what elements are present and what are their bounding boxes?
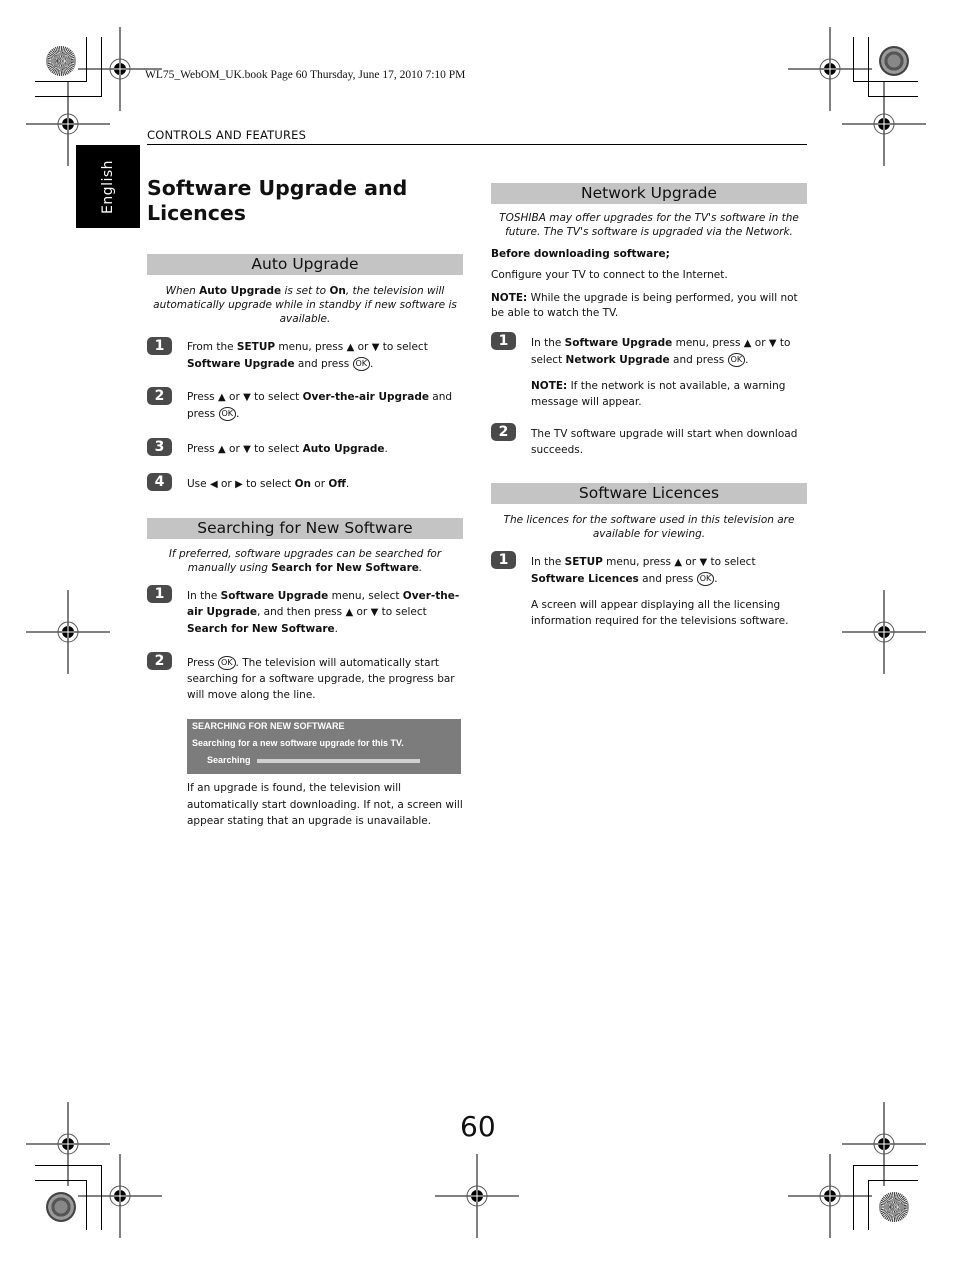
down-arrow-icon: ▼ [699,557,708,568]
network-note: NOTE: While the upgrade is being perform… [491,292,798,319]
network-step-1-note: NOTE: If the network is not available, a… [531,380,786,408]
osd-title: SEARCHING FOR NEW SOFTWARE [192,721,345,731]
osd-progress-bar [257,759,420,763]
osd-searching-screen: SEARCHING FOR NEW SOFTWARE Searching for… [187,719,461,774]
ok-button-icon: OK [727,353,746,367]
osd-progress-fill [257,759,420,763]
step-number-badge: 2 [147,387,172,405]
licences-intro: The licences for the software used in th… [503,514,795,540]
registration-target-icon [435,1154,519,1238]
licences-result-text: A screen will appear displaying all the … [531,599,789,627]
color-rosette-icon [879,46,909,76]
up-arrow-icon: ▲ [674,557,683,568]
header-rule [147,144,807,145]
osd-message: Searching for a new software upgrade for… [192,738,404,748]
ok-button-icon: OK [218,407,237,421]
registration-target-icon [26,590,110,674]
searching-intro: If preferred, software upgrades can be s… [168,548,442,574]
searching-result-text: If an upgrade is found, the television w… [187,782,463,827]
color-rosette-icon [46,1192,76,1222]
up-arrow-icon: ▲ [217,444,226,455]
right-arrow-icon: ▶ [235,479,243,490]
network-upgrade-intro: TOSHIBA may offer upgrades for the TV's … [499,212,799,238]
step-number-badge: 1 [491,551,516,569]
step-number-badge: 1 [491,332,516,350]
section-heading-searching: Searching for New Software [147,518,463,539]
down-arrow-icon: ▼ [768,338,777,349]
registration-target-icon [78,1154,162,1238]
auto-upgrade-intro: When Auto Upgrade is set to On, the tele… [153,285,457,325]
network-upgrade-step-2: The TV software upgrade will start when … [531,428,798,456]
licences-step-1: In the SETUP menu, press ▲ or ▼ to selec… [531,556,756,586]
section-heading-auto-upgrade: Auto Upgrade [147,254,463,275]
step-number-badge: 1 [147,337,172,355]
section-heading-network-upgrade: Network Upgrade [491,183,807,204]
ok-button-icon: OK [352,357,371,371]
auto-upgrade-step-4: Use ◀ or ▶ to select On or Off. [187,478,350,490]
registration-target-icon [842,590,926,674]
running-header: CONTROLS AND FEATURES [147,128,307,142]
auto-upgrade-step-2: Press ▲ or ▼ to select Over-the-air Upgr… [187,391,453,421]
step-number-badge: 2 [147,652,172,670]
auto-upgrade-step-1: From the SETUP menu, press ▲ or ▼ to sel… [187,341,428,371]
ok-button-icon: OK [696,572,715,586]
left-arrow-icon: ◀ [209,479,218,490]
registration-target-icon [842,82,926,166]
language-tab-label: English [100,159,116,214]
page-number: 60 [460,1110,496,1143]
language-tab: English [76,145,140,228]
auto-upgrade-step-3: Press ▲ or ▼ to select Auto Upgrade. [187,443,388,455]
ok-button-icon: OK [217,656,236,670]
page-title: Software Upgrade and Licences [147,176,408,225]
network-upgrade-step-1: In the Software Upgrade menu, press ▲ or… [531,337,791,367]
color-rosette-icon [46,46,76,76]
step-number-badge: 1 [147,585,172,603]
up-arrow-icon: ▲ [217,392,226,403]
osd-status-label: Searching [207,755,251,765]
step-number-badge: 2 [491,423,516,441]
step-number-badge: 3 [147,438,172,456]
configure-text: Configure your TV to connect to the Inte… [491,269,728,281]
registration-target-icon [842,1102,926,1186]
searching-step-1: In the Software Upgrade menu, select Ove… [187,590,460,635]
down-arrow-icon: ▼ [243,392,251,403]
down-arrow-icon: ▼ [243,444,251,455]
section-heading-software-licences: Software Licences [491,483,807,504]
searching-step-2: Press OK. The television will automatica… [187,656,455,701]
before-downloading-label: Before downloading software; [491,248,670,260]
step-number-badge: 4 [147,473,172,491]
color-rosette-icon [879,1192,909,1222]
print-info: WL75_WebOM_UK.book Page 60 Thursday, Jun… [145,69,466,81]
